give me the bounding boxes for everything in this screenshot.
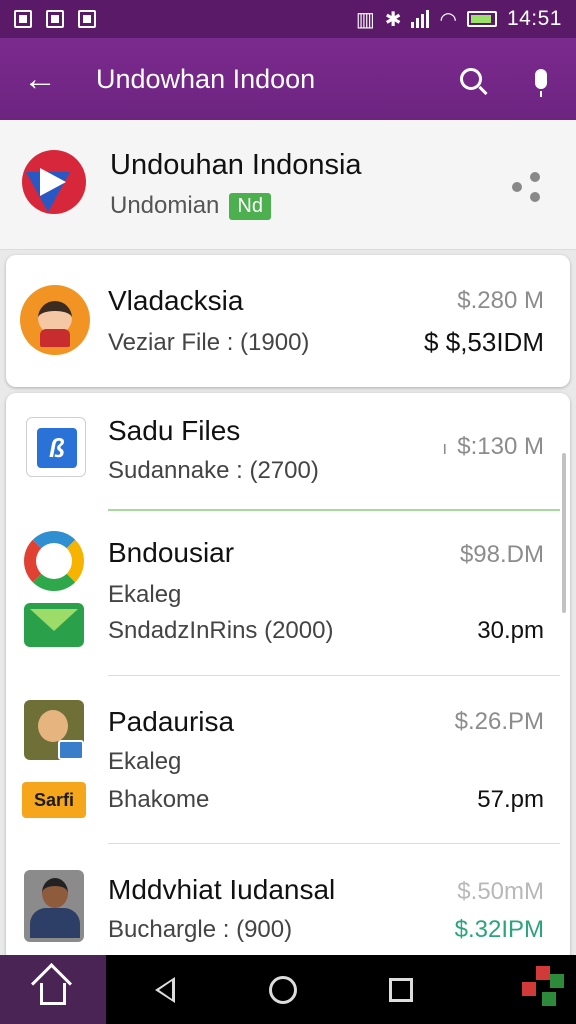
system-nav-bar <box>0 955 576 1024</box>
nav-home-button[interactable] <box>224 955 342 1024</box>
mic-icon <box>535 69 547 97</box>
featured-item[interactable]: Vladacksia Veziar File : (1900) $.280 M … <box>6 255 570 387</box>
square-recents-icon <box>389 977 413 1002</box>
vibrate-icon: ▥ <box>355 8 375 31</box>
circle-home-icon <box>269 975 297 1004</box>
app-bar: ← Undowhan Indoon <box>0 38 576 120</box>
back-button[interactable]: ← <box>0 38 80 120</box>
item-subtitle: Buchargle : (900) <box>108 916 293 943</box>
channel-header: Undouhan Indonsia Undomian Nd <box>0 120 576 250</box>
item-line2: Ekaleg <box>108 748 182 775</box>
avatar <box>20 285 90 355</box>
header-badge: Nd <box>229 192 271 220</box>
header-subtitle: Undomian <box>110 192 220 219</box>
gallery-icon <box>46 10 64 28</box>
item-line2: Ekaleg <box>108 581 182 608</box>
item-amount: 30.pm <box>477 617 544 644</box>
list-item[interactable]: Bndousiar Ekaleg SndadzInRins (2000) $98… <box>6 511 570 676</box>
item-title: Mddvhiat Iudansal <box>108 874 336 905</box>
item-title: Sadu Files <box>108 415 241 446</box>
wifi-icon: ◠ <box>439 8 457 31</box>
watermark-logo <box>506 960 572 1020</box>
list-item[interactable]: Mddvhiat Iudansal Buchargle : (900) $.50… <box>6 844 570 963</box>
item-title: Bndousiar <box>108 537 235 568</box>
item-price: $.280 M <box>457 287 544 314</box>
item-title: Padaurisa <box>108 706 235 737</box>
search-icon <box>460 68 482 90</box>
item-price: $98.DM <box>459 541 544 568</box>
list-item[interactable]: Sarfi Padaurisa Ekaleg Bhakome $.26.PM 5… <box>6 676 570 844</box>
search-button[interactable] <box>436 38 506 120</box>
notification-icons <box>14 10 96 28</box>
item-price: ı $:130 M <box>442 433 544 460</box>
item-amount: $ $,53IDM <box>424 327 544 357</box>
mic-button[interactable] <box>506 38 576 120</box>
nav-recents-button[interactable] <box>342 955 460 1024</box>
image-icon <box>78 10 96 28</box>
share-button[interactable] <box>500 160 550 210</box>
item-amount: 57.pm <box>477 786 544 813</box>
app-logo-icon <box>22 149 92 220</box>
item-amount: $.32IPM <box>454 916 544 943</box>
list-item[interactable]: ß Sadu Files Sudannake : (2700) ı $:130 M <box>6 393 570 511</box>
tag-badge: Sarfi <box>22 782 86 818</box>
header-title: Undouhan Indonsia <box>110 149 362 181</box>
triangle-back-icon <box>155 976 175 1003</box>
home-icon <box>40 982 66 1005</box>
portrait-icon <box>24 700 84 760</box>
nav-back-button[interactable] <box>106 955 224 1024</box>
notification-icon <box>14 10 32 28</box>
status-time: 14:51 <box>506 7 562 30</box>
back-arrow-icon: ← <box>23 59 57 98</box>
item-price: $.50mM <box>457 878 544 905</box>
item-line3: SndadzInRins (2000) <box>108 617 334 644</box>
mail-icon <box>24 603 84 647</box>
nav-home-tab[interactable] <box>0 955 106 1024</box>
file-list: ß Sadu Files Sudannake : (2700) ı $:130 M… <box>6 393 570 963</box>
battery-icon <box>466 11 497 27</box>
bluetooth-icon: ✱ <box>384 8 402 31</box>
person-photo <box>24 870 84 942</box>
item-subtitle: Veziar File : (1900) <box>108 329 310 356</box>
item-line3: Bhakome <box>108 786 210 813</box>
item-price: $.26.PM <box>454 708 544 735</box>
app-title: Undowhan Indoon <box>96 63 316 94</box>
system-icons: ▥ ✱ ◠ 14:51 <box>356 7 562 32</box>
item-subtitle: Sudannake : (2700) <box>108 457 319 484</box>
item-title: Vladacksia <box>108 285 244 316</box>
signal-icon <box>411 10 430 28</box>
google-icon <box>24 531 84 591</box>
sadu-app-icon: ß <box>26 417 86 477</box>
status-bar: ▥ ✱ ◠ 14:51 <box>0 0 576 38</box>
